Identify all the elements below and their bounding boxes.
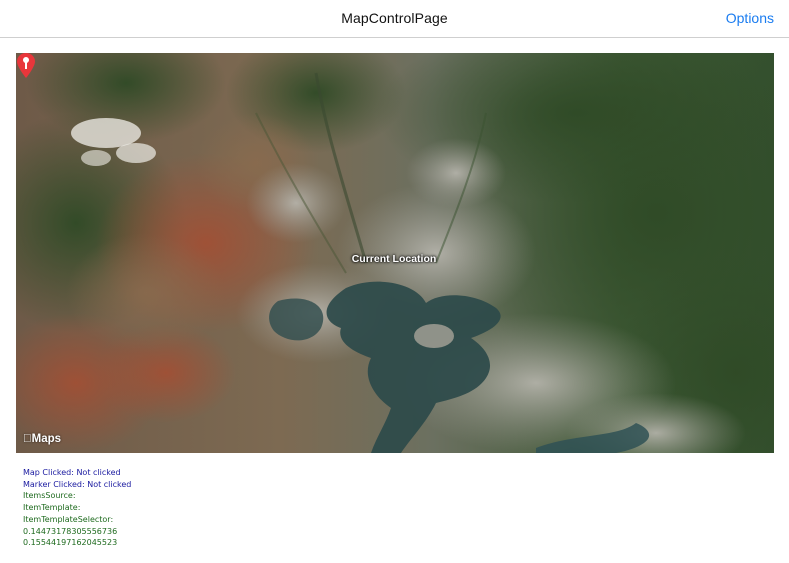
apple-logo-icon:  bbox=[23, 433, 32, 445]
location-pin-icon[interactable] bbox=[16, 53, 36, 79]
marker-label[interactable]: Current Location bbox=[334, 253, 454, 265]
map-view[interactable]: Current Location Maps bbox=[16, 53, 774, 453]
items-source-label: ItemsSource: bbox=[23, 491, 76, 501]
item-template-selector-label: ItemTemplateSelector: bbox=[23, 514, 114, 524]
map-status-panel: Map Clicked: Not clicked Marker Clicked:… bbox=[23, 467, 131, 549]
options-button[interactable]: Options bbox=[726, 10, 774, 26]
navigation-bar: MapControlPage Options bbox=[0, 0, 789, 38]
page-title: MapControlPage bbox=[341, 10, 448, 26]
marker-clicked-status: Marker Clicked: Not clicked bbox=[23, 479, 132, 489]
value-line-2: 0.15544197162045523 bbox=[23, 538, 118, 548]
value-line-1: 0.14473178305556736 bbox=[23, 526, 118, 536]
map-clicked-status: Map Clicked: Not clicked bbox=[23, 468, 121, 477]
item-template-label: ItemTemplate: bbox=[23, 503, 81, 513]
maps-attribution: Maps bbox=[23, 433, 61, 445]
